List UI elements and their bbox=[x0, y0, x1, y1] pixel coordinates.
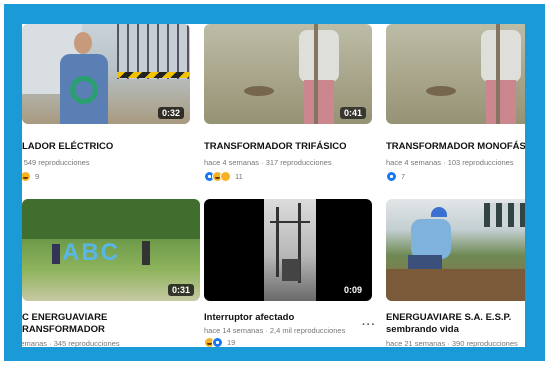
tower-crossbar bbox=[270, 221, 310, 223]
tower-left bbox=[276, 207, 279, 277]
blue-frame: 0:32 LADOR ELÉCTRICO hace 4 semanas · 54… bbox=[4, 4, 545, 361]
video-thumbnail-5[interactable]: 0:09 bbox=[204, 199, 372, 301]
video-thumbnail-1[interactable]: 0:32 bbox=[22, 24, 190, 124]
video-card-2[interactable]: 0:41 bbox=[204, 24, 372, 124]
reaction-count: 11 bbox=[235, 172, 243, 181]
video-duration: 0:32 bbox=[157, 107, 184, 119]
video-card-1[interactable]: 0:32 bbox=[22, 24, 190, 124]
video-grid: 0:32 LADOR ELÉCTRICO hace 4 semanas · 54… bbox=[22, 24, 525, 347]
person-planting bbox=[411, 219, 451, 259]
haha-reaction-icon bbox=[22, 171, 31, 182]
pole bbox=[496, 24, 500, 124]
video-title-4a[interactable]: C ENERGUAVIARE bbox=[22, 312, 107, 323]
worker-torso bbox=[481, 30, 521, 82]
reactions-3[interactable]: 7 bbox=[386, 171, 405, 182]
soil bbox=[386, 269, 525, 301]
reactions-1[interactable]: 9 bbox=[22, 171, 39, 182]
window-bars bbox=[117, 24, 189, 79]
video-duration: 0:41 bbox=[339, 107, 366, 119]
reaction-count: 9 bbox=[35, 172, 40, 181]
video-duration: 0:31 bbox=[167, 284, 194, 296]
video-title-5[interactable]: Interruptor afectado bbox=[204, 312, 294, 323]
reactions-5[interactable]: 19 bbox=[204, 337, 235, 347]
reactions-2[interactable]: 11 bbox=[204, 171, 243, 182]
abc-letters: ABC bbox=[62, 239, 120, 266]
video-meta-2: hace 4 semanas · 317 reproducciones bbox=[204, 158, 332, 167]
person-cap bbox=[431, 207, 447, 217]
video-thumbnail-4[interactable]: ABC 0:31 bbox=[22, 199, 200, 301]
shadow-animal bbox=[244, 86, 274, 96]
video-meta-1: hace 4 semanas · 549 reproducciones bbox=[22, 158, 90, 167]
worker-torso bbox=[299, 30, 339, 82]
video-title-2[interactable]: TRANSFORMADOR TRIFÁSICO bbox=[204, 141, 347, 152]
video-title-6b[interactable]: sembrando vida bbox=[386, 324, 459, 335]
sad-reaction-icon bbox=[220, 171, 231, 182]
child-figure bbox=[142, 241, 150, 265]
like-reaction-icon bbox=[386, 171, 397, 182]
background-people bbox=[484, 203, 525, 227]
video-card-5[interactable]: 0:09 bbox=[204, 199, 372, 301]
video-thumbnail-6[interactable] bbox=[386, 199, 525, 301]
video-card-3[interactable] bbox=[386, 24, 525, 124]
video-title-6a[interactable]: ENERGUAVIARE S.A. E.S.P. bbox=[386, 312, 511, 323]
pole bbox=[314, 24, 318, 124]
video-title-4b[interactable]: RANSFORMADOR bbox=[22, 324, 105, 335]
worker-legs bbox=[304, 80, 334, 124]
video-meta-3: hace 4 semanas · 103 reproducciones bbox=[386, 158, 514, 167]
video-title-1[interactable]: LADOR ELÉCTRICO bbox=[22, 141, 113, 152]
tree-line bbox=[22, 199, 200, 239]
video-card-4[interactable]: ABC 0:31 bbox=[22, 199, 200, 301]
video-meta-5: hace 14 semanas · 2,4 mil reproducciones bbox=[204, 326, 346, 335]
more-options-icon[interactable]: ··· bbox=[362, 319, 376, 331]
reaction-count: 19 bbox=[227, 338, 236, 347]
video-card-6[interactable] bbox=[386, 199, 525, 301]
video-duration: 0:09 bbox=[339, 284, 366, 296]
equipment bbox=[282, 259, 300, 281]
substation-scene bbox=[264, 199, 316, 301]
reaction-count: 7 bbox=[401, 172, 406, 181]
shadow-animal bbox=[426, 86, 456, 96]
video-thumbnail-3[interactable] bbox=[386, 24, 525, 124]
yellow-black-stripe bbox=[117, 72, 189, 78]
like-reaction-icon bbox=[212, 337, 223, 347]
child-figure bbox=[52, 244, 60, 264]
person-head bbox=[74, 32, 92, 54]
video-meta-6: hace 21 semanas · 390 reproducciones bbox=[386, 339, 518, 347]
cable-coil bbox=[70, 76, 98, 104]
video-thumbnail-2[interactable]: 0:41 bbox=[204, 24, 372, 124]
worker-legs bbox=[486, 80, 516, 124]
video-title-3[interactable]: TRANSFORMADOR MONOFÁSICO bbox=[386, 141, 525, 152]
video-meta-4: hace 4 semanas · 345 reproducciones bbox=[22, 339, 120, 347]
